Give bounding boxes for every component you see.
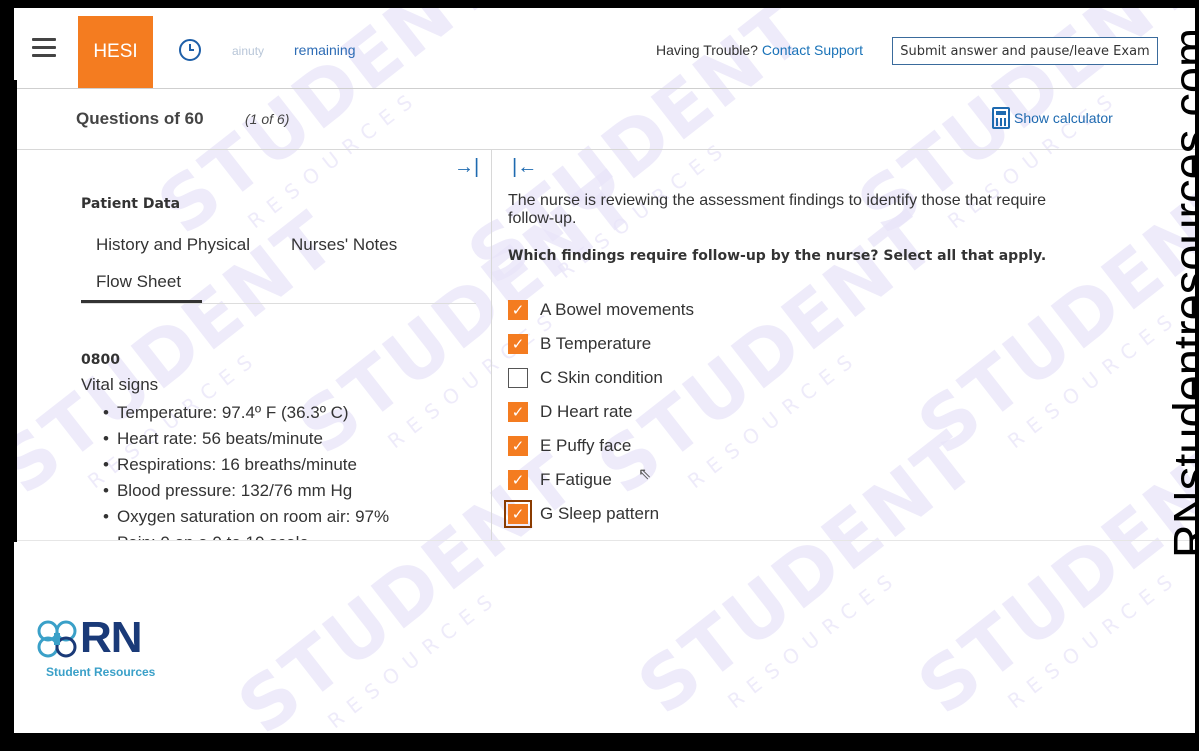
checkbox[interactable]: ✓	[508, 402, 528, 422]
submit-pause-button[interactable]: Submit answer and pause/leave Exam	[892, 37, 1158, 65]
checkbox[interactable]: ✓	[508, 334, 528, 354]
checkbox[interactable]: ✓	[508, 470, 528, 490]
list-item: Respirations: 16 breaths/minute	[103, 452, 389, 478]
checkbox[interactable]	[508, 368, 528, 388]
option-g[interactable]: ✓ G Sleep pattern	[504, 497, 694, 531]
logo-text: RN	[80, 613, 143, 662]
option-label: A Bowel movements	[540, 300, 695, 319]
logo-subtitle: Student Resources	[46, 665, 156, 679]
contact-support-link[interactable]: Contact Support	[762, 42, 863, 58]
option-f[interactable]: ✓ F Fatigue	[508, 463, 694, 497]
trouble-label: Having Trouble?	[656, 42, 758, 58]
option-label: D Heart rate	[540, 402, 633, 421]
option-c[interactable]: C Skin condition	[508, 361, 694, 395]
option-label: B Temperature	[540, 334, 652, 353]
answer-options: ✓ A Bowel movements ✓ B Temperature C Skin…	[504, 293, 694, 531]
top-bar: HESI ainuty remaining Having Trouble? Co…	[14, 8, 1195, 89]
checkbox[interactable]: ✓	[508, 436, 528, 456]
question-panel: |← The nurse is reviewing the assessment…	[492, 150, 1195, 540]
question-header: Questions of 60 (1 of 6) Show calculator	[14, 89, 1195, 150]
tab-history-physical[interactable]: History and Physical	[96, 235, 250, 255]
list-item: Heart rate: 56 beats/minute	[103, 426, 389, 452]
option-label: F Fatigue	[540, 470, 612, 489]
patient-data-title: Patient Data	[81, 196, 181, 212]
help-text: Having Trouble? Contact Support	[656, 42, 863, 58]
option-e[interactable]: ✓ E Puffy face	[508, 429, 694, 463]
clock-icon[interactable]	[179, 39, 201, 61]
hamburger-menu-icon[interactable]	[32, 38, 56, 58]
collapse-left-icon[interactable]: |←	[512, 156, 537, 179]
caduceus-logo-icon	[37, 620, 77, 658]
list-item: Temperature: 97.4º F (36.3º C)	[103, 400, 389, 426]
left-border-strip	[14, 80, 17, 542]
app-logo: HESI	[78, 16, 153, 88]
option-label: C Skin condition	[540, 368, 663, 387]
checkbox[interactable]: ✓	[508, 300, 528, 320]
option-a[interactable]: ✓ A Bowel movements	[508, 293, 694, 327]
option-b[interactable]: ✓ B Temperature	[508, 327, 694, 361]
exam-window: STUDENT RESOURCES STUDENT RESOURCES STUDEN…	[14, 8, 1195, 733]
list-item: Pain: 0 on a 0 to 10 scale	[103, 530, 389, 540]
option-d[interactable]: ✓ D Heart rate	[508, 395, 694, 429]
list-item: Blood pressure: 132/76 mm Hg	[103, 478, 389, 504]
tab-divider	[81, 303, 476, 304]
show-calculator-button[interactable]: Show calculator	[992, 107, 1113, 129]
panel-bottom-edge	[14, 540, 1195, 541]
checkbox[interactable]: ✓	[504, 500, 532, 528]
collapse-right-icon[interactable]: →|	[454, 156, 479, 179]
calculator-icon	[992, 107, 1010, 129]
vitals-list: Temperature: 97.4º F (36.3º C) Heart rat…	[103, 400, 389, 540]
list-item: Oxygen saturation on room air: 97%	[103, 504, 389, 530]
tab-flow-sheet[interactable]: Flow Sheet	[96, 272, 181, 292]
mouse-cursor-icon: ⇖	[638, 466, 652, 483]
time-remaining-value: ainuty	[232, 44, 265, 58]
option-label: E Puffy face	[540, 436, 632, 455]
tab-nurses-notes[interactable]: Nurses' Notes	[291, 235, 397, 255]
question-stem: The nurse is reviewing the assessment fi…	[508, 192, 1047, 227]
question-subcounter: (1 of 6)	[245, 111, 290, 127]
question-counter: Questions of 60	[76, 109, 204, 128]
flow-sheet-time: 0800	[81, 352, 120, 368]
rn-logo: RN Student Resources	[34, 613, 184, 683]
question-prompt: Which findings require follow-up by the …	[508, 248, 1047, 264]
patient-data-panel: →| Patient Data History and Physical Nur…	[14, 150, 492, 540]
option-label: G Sleep pattern	[540, 504, 660, 523]
vital-signs-heading: Vital signs	[81, 375, 159, 394]
remaining-label: remaining	[294, 42, 356, 58]
calculator-label: Show calculator	[1014, 110, 1113, 126]
